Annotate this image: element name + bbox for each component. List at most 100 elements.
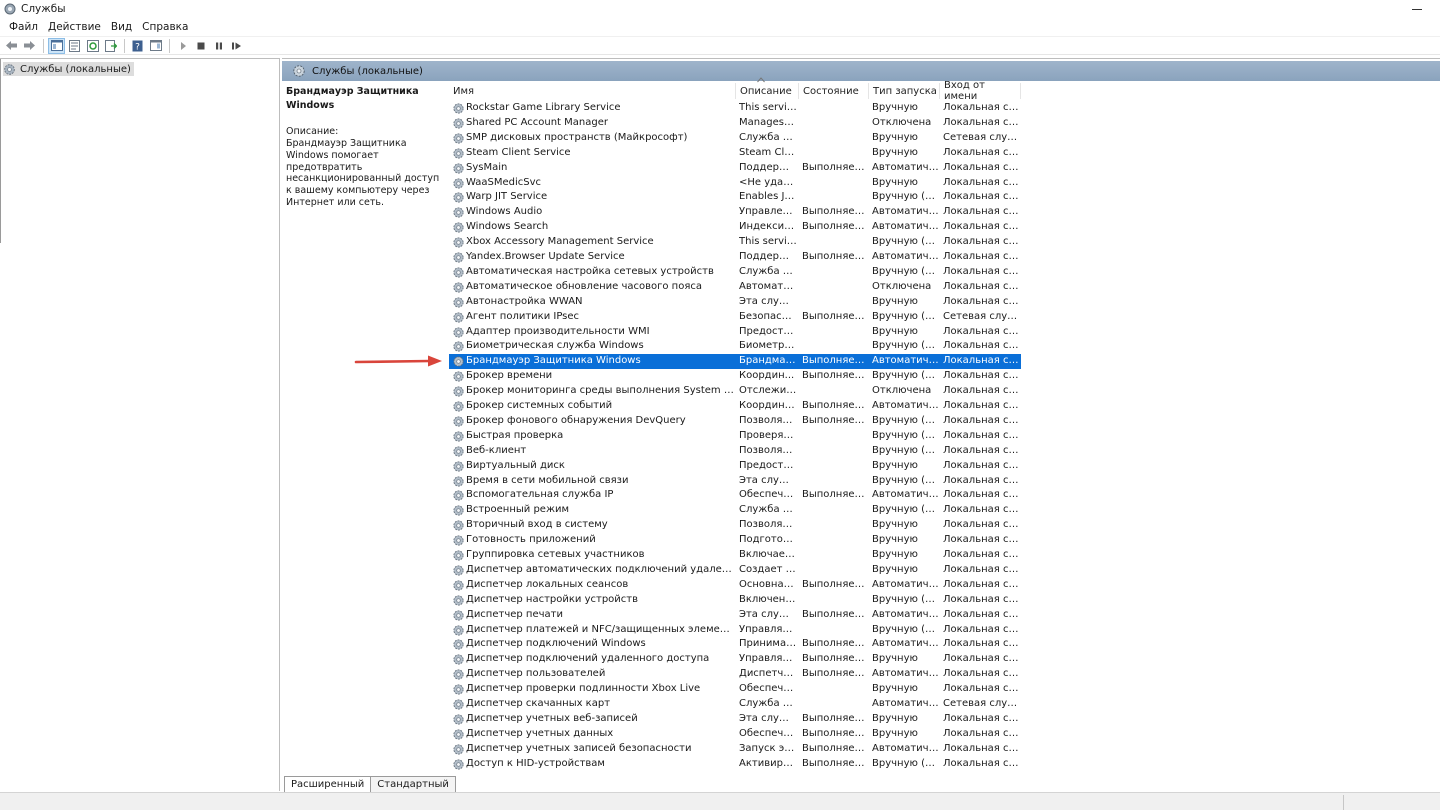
tab-standard[interactable]: Стандартный (370, 776, 456, 792)
gear-icon (453, 297, 464, 308)
gear-icon (453, 103, 464, 114)
service-name: Диспетчер подключений Windows (466, 638, 646, 650)
service-row[interactable]: Брандмауэр Защитника Windows Брандмау... В… (449, 354, 1021, 370)
service-description: Служба "В... (739, 504, 797, 516)
service-row[interactable]: WaaSMedicSvc <Не удает... Вручную Локальная… (449, 176, 1021, 191)
service-row[interactable]: SysMain Поддержи... Выполняется Автоматиче.… (449, 161, 1021, 176)
show-action-pane-button[interactable] (147, 38, 164, 54)
column-header-status[interactable]: Состояние (799, 83, 869, 99)
service-row[interactable]: Веб-клиент Позволяет... Вручную (ак... Лока… (449, 444, 1021, 459)
service-row[interactable]: Диспетчер учетных данных Обеспечи... Выпол… (449, 727, 1021, 742)
menu-file[interactable]: Файл (4, 21, 43, 33)
service-row[interactable]: Автоматическая настройка сетевых устройс… (449, 265, 1021, 280)
tab-extended[interactable]: Расширенный (284, 776, 372, 792)
menu-view[interactable]: Вид (106, 21, 137, 33)
service-row[interactable]: Доступ к HID-устройствам Активируе... Выпо… (449, 757, 1021, 772)
service-row[interactable]: Диспетчер платежей и NFC/защищенных элем… (449, 623, 1021, 638)
service-row[interactable]: Брокер системных событий Координи... Выпол… (449, 399, 1021, 414)
service-row[interactable]: Виртуальный диск Предостав... Вручную Локал… (449, 459, 1021, 474)
gear-icon (453, 684, 464, 695)
service-row[interactable]: Биометрическая служба Windows Биометри...… (449, 339, 1021, 354)
back-button[interactable] (3, 38, 20, 54)
column-header-startup-type[interactable]: Тип запуска (869, 83, 940, 99)
service-row[interactable]: Диспетчер автоматических подключений уда… (449, 563, 1021, 578)
service-description: Включает ... (739, 549, 797, 560)
column-header-name[interactable]: Имя (449, 83, 736, 99)
service-row[interactable]: Диспетчер скачанных карт Служба W... Автом… (449, 697, 1021, 712)
toolbar: ? (0, 36, 1440, 55)
restart-service-button[interactable] (228, 38, 245, 54)
service-name: Автоматическая настройка сетевых устройс… (466, 265, 714, 277)
service-status (802, 131, 868, 146)
service-row[interactable]: Время в сети мобильной связи Эта служб...… (449, 474, 1021, 489)
help-button[interactable]: ? (129, 38, 146, 54)
service-row[interactable]: Адаптер производительности WMI Предостав.… (449, 325, 1021, 340)
service-name: Диспетчер проверки подлинности Xbox Live (466, 683, 701, 695)
service-row[interactable]: Xbox Accessory Management Service This se… (449, 235, 1021, 250)
service-row[interactable]: Диспетчер настройки устройств Включени...… (449, 593, 1021, 608)
service-row[interactable]: Диспетчер подключений Windows Принимае...… (449, 637, 1021, 652)
service-row[interactable]: Агент политики IPsec Безопасно... Выполняе… (449, 310, 1021, 325)
toolbar-separator (124, 38, 125, 53)
service-status: Выполняется (802, 578, 868, 590)
start-service-button[interactable] (174, 38, 191, 54)
service-row[interactable]: Брокер фонового обнаружения DevQuery Позв… (449, 414, 1021, 429)
show-console-tree-button[interactable] (48, 37, 65, 54)
service-row[interactable]: Steam Client Service Steam Clie... Вручную… (449, 146, 1021, 161)
service-row[interactable]: Диспетчер подключений удаленного доступа… (449, 652, 1021, 667)
export-list-button[interactable] (102, 38, 119, 54)
column-header-log-on-as[interactable]: Вход от имени (940, 80, 1021, 102)
properties-button[interactable] (66, 38, 83, 54)
service-status: Выполняется (802, 742, 868, 754)
service-row[interactable]: Группировка сетевых участников Включает .… (449, 548, 1021, 563)
service-row[interactable]: Автонастройка WWAN Эта служб... Вручную Лок… (449, 295, 1021, 310)
service-status (802, 429, 868, 444)
forward-button[interactable] (21, 38, 38, 54)
service-row[interactable]: Вторичный вход в систему Позволяет... Вруч… (449, 518, 1021, 533)
service-row[interactable]: Диспетчер учетных веб-записей Эта служб..… (449, 712, 1021, 727)
service-row[interactable]: Брокер времени Координ... Выполняется Вручн… (449, 369, 1021, 384)
service-row[interactable]: Windows Audio Управлен... Выполняется Автом… (449, 205, 1021, 220)
service-log-on-as: Локальная сис... (943, 429, 1020, 441)
service-log-on-as: Локальная сис... (943, 400, 1020, 411)
gear-icon (453, 729, 464, 740)
service-log-on-as: Локальная сис... (943, 504, 1020, 516)
gear-icon (453, 461, 464, 472)
service-row[interactable]: Диспетчер учетных записей безопасности За… (449, 742, 1021, 757)
service-name: Диспетчер платежей и NFC/защищенных элем… (466, 623, 736, 635)
minimize-button[interactable] (1410, 2, 1424, 16)
service-startup-type: Автоматиче... (872, 578, 939, 590)
service-row[interactable]: Готовность приложений Подготови... Вручную… (449, 533, 1021, 548)
service-row[interactable]: Warp JIT Service Enables JIT ... Вручную (… (449, 190, 1021, 205)
service-log-on-as: Локальная сис... (943, 176, 1020, 188)
service-row[interactable]: Диспетчер печати Эта служб... Выполняется А… (449, 608, 1021, 623)
service-description: Эта служб... (739, 474, 797, 486)
service-row[interactable]: Автоматическое обновление часового пояса… (449, 280, 1021, 295)
service-description: Эта служб... (739, 295, 797, 307)
service-row[interactable]: Диспетчер локальных сеансов Основная ... В… (449, 578, 1021, 593)
service-startup-type: Вручную (ак... (872, 474, 939, 486)
service-row[interactable]: Быстрая проверка Проверяет... Вручную (ак.… (449, 429, 1021, 444)
service-row[interactable]: Встроенный режим Служба "В... Вручную (ак.… (449, 503, 1021, 518)
service-row[interactable]: SMP дисковых пространств (Майкрософт) Слу… (449, 131, 1021, 146)
refresh-button[interactable] (84, 38, 101, 54)
service-description: Steam Clie... (739, 146, 797, 158)
service-row[interactable]: Yandex.Browser Update Service Поддержи...… (449, 250, 1021, 265)
service-row[interactable]: Shared PC Account Manager Manages p... Отк… (449, 116, 1021, 131)
menu-action[interactable]: Действие (43, 21, 106, 33)
tree-item-services-local[interactable]: Службы (локальные) (3, 62, 134, 76)
service-row[interactable]: Windows Search Индексир... Выполняется Авто… (449, 220, 1021, 235)
column-header-description[interactable]: Описание (736, 83, 799, 99)
service-row[interactable]: Диспетчер пользователей Диспетчер... Выпол… (449, 667, 1021, 682)
service-status (802, 190, 868, 205)
service-row[interactable]: Диспетчер проверки подлинности Xbox Live… (449, 682, 1021, 697)
service-startup-type: Вручную (872, 683, 918, 695)
service-row[interactable]: Rockstar Game Library Service This servic… (449, 101, 1021, 116)
service-status: Выполняется (802, 251, 868, 262)
pause-service-button[interactable] (210, 38, 227, 54)
service-row[interactable]: Брокер мониторинга среды выполнения Syst… (449, 384, 1021, 399)
stop-service-button[interactable] (192, 38, 209, 54)
service-name: Агент политики IPsec (466, 310, 580, 322)
menu-help[interactable]: Справка (137, 21, 193, 33)
service-row[interactable]: Вспомогательная служба IP Обеспечи... Выпо… (449, 488, 1021, 503)
